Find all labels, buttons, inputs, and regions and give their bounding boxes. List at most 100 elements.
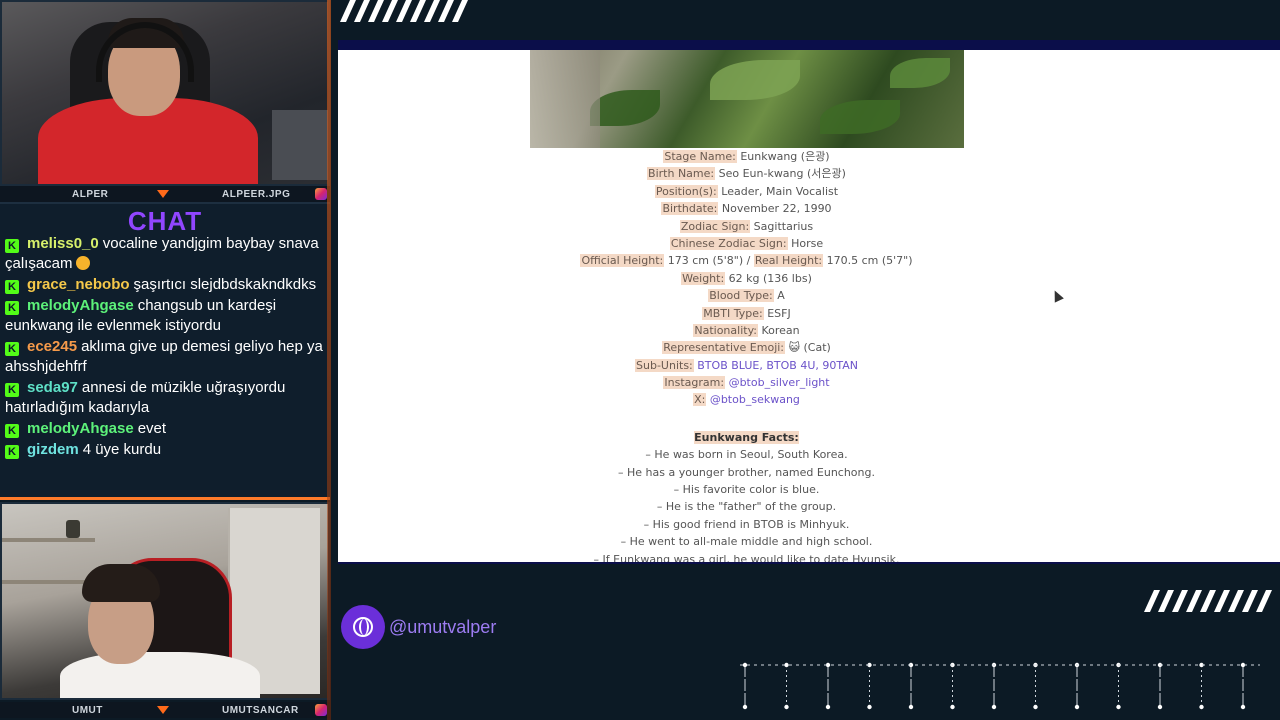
chinese-zodiac-line: Chinese Zodiac Sign: Horse [338,235,1155,252]
stream-overlay: ALPER ALPEER.JPG CHAT Kmeliss0_0 vocaline… [0,0,1280,720]
chat-title: CHAT [127,206,203,236]
cam-name-left: ALPER [72,188,109,200]
birth-name-line: Birth Name: Seo Eun-kwang (서은광) [338,165,1155,182]
cam-name-right: UMUTSANCAR [222,704,299,716]
chat-message: KmelodyAhgase changsub un kardeşi eunkwan… [5,296,323,336]
leaf [590,90,660,126]
profile-info: Stage Name: Eunkwang (은광) Birth Name: Se… [338,148,1155,564]
fact-item: – He was born in Seoul, South Korea. [645,448,848,462]
grid-dot [1033,704,1038,710]
field-value: 173 cm (5'8") / [664,254,754,268]
kick-badge-icon: K [5,424,19,438]
webcam-top [0,0,330,186]
grid-dot [867,704,872,710]
chat-username[interactable]: seda97 [27,379,78,396]
triangle-icon [157,706,169,714]
light-patch [530,50,600,148]
chat-username[interactable]: melodyAhgase [27,420,134,437]
chat-username[interactable]: melodyAhgase [27,297,134,314]
mbti-line: MBTI Type: ESFJ [338,305,1155,322]
field-label: Birthdate: [661,202,719,216]
field-label: Sub-Units: [635,358,694,372]
chat-message: KmelodyAhgase evet [5,419,323,439]
field-label: Position(s): [654,184,718,198]
facts-heading-line: Eunkwang Facts: [338,429,1155,446]
field-value: A [773,289,785,303]
field-value: Horse [787,236,824,250]
blood-type-line: Blood Type: A [338,287,1155,304]
chat-text: evet [137,420,167,437]
instagram-line: Instagram: @btob_silver_light [338,374,1155,391]
field-value: ESFJ [763,306,791,320]
field-label: Official Height: [580,254,665,268]
instagram-icon [315,704,327,716]
chat-message: Kmeliss0_0 vocaline yandjgim baybay snava… [5,234,323,274]
chat-username[interactable]: ece245 [27,338,77,355]
cam-name-right: ALPEER.JPG [222,188,291,200]
hero-image [530,50,964,148]
fact-item: – If Eunkwang was a girl, he would like … [593,552,900,564]
handle-text: @umutvalper [389,616,497,637]
instagram-link[interactable]: @btob_silver_light [729,376,830,389]
field-value: 😺 (Cat) [785,341,831,355]
cam-name-left: UMUT [72,704,103,716]
stripes-decoration [1144,590,1272,612]
field-value: Leader, Main Vocalist [717,184,839,198]
vertical-divider [327,0,331,720]
grid-dot [784,704,789,710]
chat-username[interactable]: gizdem [27,441,79,458]
webcam-top-namebar: ALPER ALPEER.JPG [0,186,330,202]
birthdate-line: Birthdate: November 22, 1990 [338,200,1155,217]
grid-dot [1199,704,1204,710]
fact-item: – He went to all-male middle and high sc… [620,535,873,549]
field-label: Representative Emoji: [662,341,786,355]
fact-item: – His favorite color is blue. [673,483,820,497]
field-label: Nationality: [693,323,758,337]
chat-username[interactable]: meliss0_0 [27,235,99,252]
weight-line: Weight: 62 kg (136 lbs) [338,270,1155,287]
browser-top-strip [338,40,1280,50]
field-label: Stage Name: [663,150,737,163]
field-label: Birth Name: [647,167,716,181]
field-label: Real Height: [753,254,824,268]
chat-panel: CHAT Kmeliss0_0 vocaline yandjgim baybay … [0,202,330,500]
field-label: Blood Type: [708,289,774,303]
grid-dot [991,704,997,710]
fact-item: – His good friend in BTOB is Minhyuk. [643,517,850,531]
kick-badge-icon: K [5,445,19,459]
kick-badge-icon: K [5,301,19,315]
positions-line: Position(s): Leader, Main Vocalist [338,183,1155,200]
kick-badge-icon: K [5,280,19,294]
chat-text: 4 üye kurdu [82,441,162,458]
subunits-link[interactable]: BTOB BLUE, BTOB 4U, 90TAN [697,359,858,372]
chat-message: Kseda97 annesi de müzikle uğraşıyordu hat… [5,378,323,418]
grid-dot [1116,704,1121,710]
zodiac-line: Zodiac Sign: Sagittarius [338,218,1155,235]
browser-content[interactable]: Stage Name: Eunkwang (은광) Birth Name: Se… [338,50,1280,564]
kick-badge-icon: K [5,239,19,253]
leaf [820,100,900,134]
webcam-frame [0,502,330,700]
stage-name-line: Stage Name: Eunkwang (은광) [338,148,1155,165]
field-value: Sagittarius [750,219,814,233]
chat-message-list: Kmeliss0_0 vocaline yandjgim baybay snava… [5,234,323,461]
stripes-decoration [340,0,468,22]
field-value: 62 kg (136 lbs) [725,271,812,285]
dot-grid-decoration [740,662,1260,710]
facts-list: – He was born in Seoul, South Korea. – He… [338,446,1155,564]
field-label: Chinese Zodiac Sign: [669,236,788,250]
globe-glyph [353,617,373,637]
kick-badge-icon: K [5,342,19,356]
field-value: Korean [757,323,800,337]
grid-dot [908,704,914,710]
field-label: MBTI Type: [702,306,764,320]
grid-dot [1157,704,1163,710]
grid-dot [825,704,831,710]
grid-dot [742,704,748,710]
x-line: X: @btob_sekwang [338,391,1155,408]
globe-icon [341,605,385,649]
chat-username[interactable]: grace_nebobo [27,276,130,293]
x-link[interactable]: @btob_sekwang [710,393,800,406]
field-value: 170.5 cm (5'7") [823,254,913,268]
